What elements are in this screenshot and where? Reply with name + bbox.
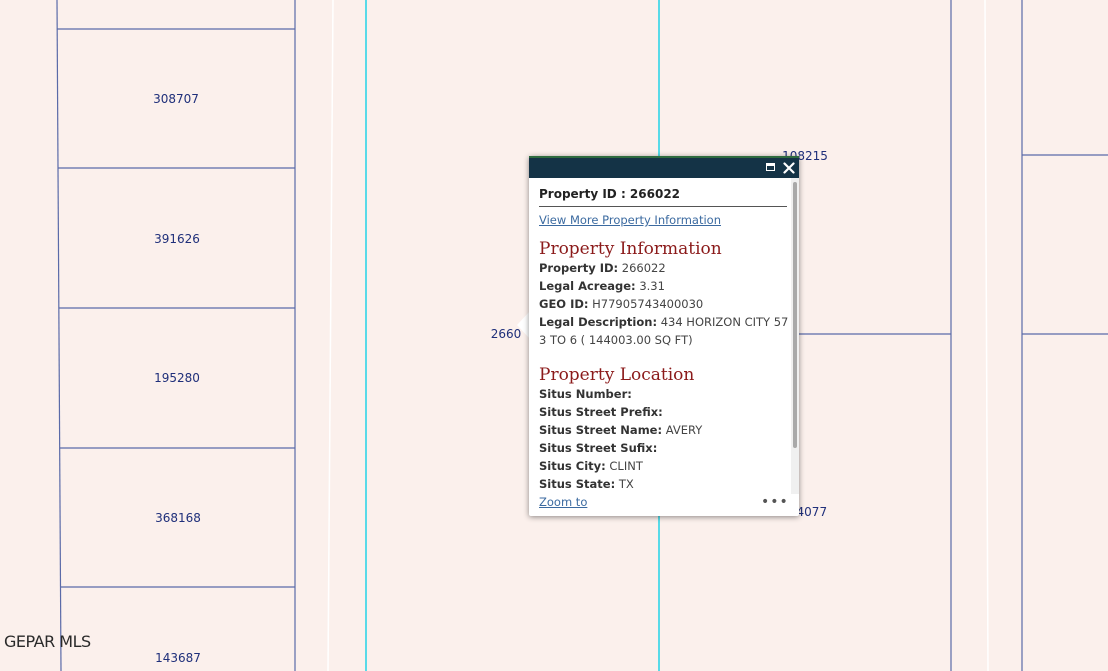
- view-more-link[interactable]: View More Property Information: [539, 213, 791, 227]
- property-popup: Property ID : 266022 View More Property …: [529, 156, 799, 516]
- parcel-label: 391626: [154, 232, 200, 246]
- field-situs-state: Situs State: TX: [539, 477, 634, 491]
- popup-content[interactable]: Property ID : 266022 View More Property …: [539, 184, 791, 508]
- field-situs-city: Situs City: CLINT: [539, 459, 643, 473]
- property-information-heading: Property Information: [539, 239, 722, 259]
- popup-footer: Zoom to •••: [529, 494, 791, 514]
- field-situs-number: Situs Number:: [539, 387, 632, 401]
- parcel-label: 143687: [155, 651, 201, 665]
- property-location-heading: Property Location: [539, 365, 695, 385]
- field-situs-street-prefix: Situs Street Prefix:: [539, 405, 663, 419]
- field-situs-street-name: Situs Street Name: AVERY: [539, 423, 703, 437]
- parcel-label: 308707: [153, 92, 199, 106]
- maximize-icon[interactable]: [763, 160, 779, 176]
- close-icon[interactable]: [781, 160, 797, 176]
- field-geo-id: GEO ID: H77905743400030: [539, 297, 704, 311]
- field-situs-street-sufix: Situs Street Sufix:: [539, 441, 658, 455]
- field-legal-acreage: Legal Acreage: 3.31: [539, 279, 665, 293]
- mls-watermark: GEPAR MLS: [4, 632, 91, 651]
- scrollbar-thumb[interactable]: [793, 182, 797, 448]
- more-options-icon[interactable]: •••: [761, 494, 789, 510]
- popup-header: [529, 156, 799, 178]
- popup-title: Property ID : 266022: [539, 184, 787, 207]
- field-property-id: Property ID: 266022: [539, 261, 666, 275]
- zoom-to-link[interactable]: Zoom to: [539, 495, 587, 509]
- popup-scrollbar[interactable]: [791, 178, 799, 494]
- parcel-label: 368168: [155, 511, 201, 525]
- parcel-label: 195280: [154, 371, 200, 385]
- field-legal-description: Legal Description: 434 HORIZON CITY 57 3…: [539, 315, 789, 347]
